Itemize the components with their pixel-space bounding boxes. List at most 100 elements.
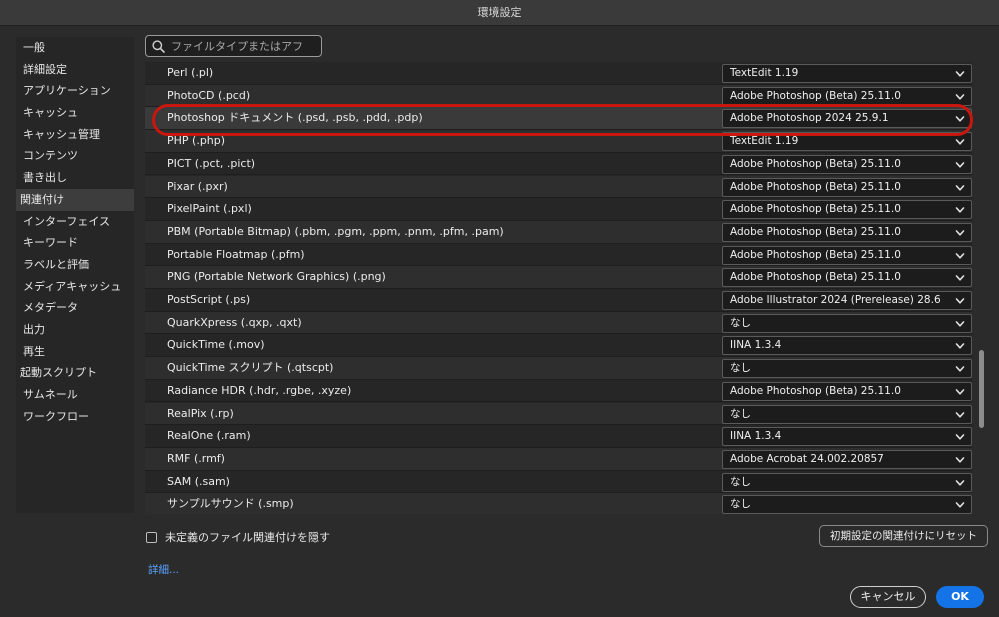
application-dropdown[interactable]: IINA 1.3.4 [722, 427, 972, 447]
application-dropdown[interactable]: なし [722, 495, 972, 514]
application-dropdown[interactable]: IINA 1.3.4 [722, 336, 972, 356]
association-row[interactable]: Photoshop ドキュメント (.psd, .psb, .pdd, .pdp… [145, 107, 972, 131]
association-row[interactable]: PHP (.php) TextEdit 1.19 [145, 130, 972, 153]
application-dropdown[interactable]: Adobe Photoshop (Beta) 25.11.0 [722, 200, 972, 220]
chevron-down-icon [955, 252, 965, 259]
application-dropdown-value: Adobe Photoshop 2024 25.9.1 [730, 112, 889, 125]
file-type-label: Pixar (.pxr) [167, 179, 228, 193]
chevron-down-icon [955, 116, 965, 122]
association-row[interactable]: サンプルサウンド (.smp) なし [145, 493, 972, 514]
application-dropdown-value: なし [730, 362, 751, 375]
application-dropdown[interactable]: Adobe Acrobat 24.002.20857 [722, 449, 972, 469]
cancel-button[interactable]: キャンセル [850, 586, 926, 608]
association-row[interactable]: RealPix (.rp) なし [145, 402, 972, 426]
association-row[interactable]: RealOne (.ram) IINA 1.3.4 [145, 425, 972, 448]
hide-undefined-option[interactable]: 未定義のファイル関連付けを隠す [146, 529, 330, 545]
hide-undefined-label[interactable]: 未定義のファイル関連付けを隠す [165, 529, 330, 545]
preferences-sidebar: 一般 詳細設定 アプリケーション キャッシュ キャッシュ管理 コンテンツ 書き出し 関連付けイ… [16, 37, 134, 513]
application-dropdown-value: TextEdit 1.19 [730, 67, 799, 79]
file-type-label: PostScript (.ps) [167, 293, 251, 306]
sidebar-item[interactable]: メディアキャッシュ [16, 276, 134, 298]
association-row[interactable]: Portable Floatmap (.pfm) Adobe Photoshop … [145, 244, 972, 267]
association-row[interactable]: PhotoCD (.pcd) Adobe Photoshop (Beta) 25.… [145, 84, 972, 108]
sidebar-item[interactable]: 関連付け [16, 188, 134, 211]
application-dropdown-value: Adobe Photoshop (Beta) 25.11.0 [730, 225, 901, 238]
scrollbar-thumb[interactable] [979, 350, 984, 428]
application-dropdown[interactable]: なし [722, 472, 972, 492]
sidebar-item[interactable]: キャッシュ管理 [16, 124, 134, 146]
search-field[interactable] [145, 35, 322, 57]
file-type-label: Radiance HDR (.hdr, .rgbe, .xyze) [167, 383, 352, 397]
sidebar-item[interactable]: キャッシュ [16, 102, 134, 124]
sidebar-item[interactable]: 出力 [16, 319, 134, 341]
association-row[interactable]: Radiance HDR (.hdr, .rgbe, .xyze) Adobe P… [145, 380, 972, 403]
table-scrollbar[interactable] [976, 62, 986, 514]
association-row[interactable]: PBM (Portable Bitmap) (.pbm, .pgm, .ppm,… [145, 220, 972, 244]
association-row[interactable]: Perl (.pl) TextEdit 1.19 [145, 62, 972, 85]
details-link[interactable]: 詳細... [148, 562, 179, 577]
association-row[interactable]: PixelPaint (.pxl) Adobe Photoshop (Beta) … [145, 198, 972, 221]
application-dropdown[interactable]: Adobe Photoshop (Beta) 25.11.0 [722, 86, 972, 106]
association-row[interactable]: PostScript (.ps) Adobe Illustrator 2024 (… [145, 289, 972, 312]
application-dropdown[interactable]: Adobe Photoshop 2024 25.9.1 [722, 109, 972, 129]
application-dropdown-value: TextEdit 1.19 [730, 135, 799, 148]
file-type-label: RealOne (.ram) [167, 429, 251, 443]
application-dropdown[interactable]: Adobe Photoshop (Beta) 25.11.0 [722, 381, 972, 401]
file-type-label: RMF (.rmf) [167, 451, 225, 465]
application-dropdown[interactable]: TextEdit 1.19 [722, 132, 972, 152]
sidebar-item[interactable]: ワークフロー [16, 406, 134, 428]
sidebar-item[interactable]: キーワード [16, 232, 134, 254]
reset-associations-button[interactable]: 初期設定の関連付けにリセット [819, 525, 988, 547]
sidebar-item[interactable]: 詳細設定 [16, 59, 134, 81]
application-dropdown[interactable]: Adobe Photoshop (Beta) 25.11.0 [722, 154, 972, 174]
chevron-down-icon [955, 343, 965, 349]
window-title: 環境設定 [0, 0, 999, 26]
file-type-label: サンプルサウンド (.smp) [167, 497, 294, 511]
sidebar-item[interactable]: アプリケーション [16, 80, 134, 102]
file-type-label: PNG (Portable Network Graphics) (.png) [167, 270, 386, 284]
sidebar-item[interactable]: サムネール [16, 384, 134, 406]
application-dropdown[interactable]: Adobe Photoshop (Beta) 25.11.0 [722, 245, 972, 265]
application-dropdown[interactable]: Adobe Photoshop (Beta) 25.11.0 [722, 222, 972, 242]
application-dropdown[interactable]: なし [722, 404, 972, 424]
chevron-down-icon [955, 275, 965, 281]
application-dropdown-value: なし [730, 316, 751, 329]
association-row[interactable]: QuarkXpress (.qxp, .qxt) なし [145, 311, 972, 335]
association-row[interactable]: QuickTime スクリプト (.qtscpt) なし [145, 357, 972, 380]
application-dropdown[interactable]: Adobe Photoshop (Beta) 25.11.0 [722, 268, 972, 288]
file-type-label: QuarkXpress (.qxp, .qxt) [167, 315, 302, 329]
sidebar-item[interactable]: 一般 [16, 37, 134, 59]
ok-button[interactable]: OK [936, 586, 984, 608]
sidebar-item[interactable]: 書き出し [16, 167, 134, 189]
hide-undefined-checkbox[interactable] [146, 531, 157, 543]
application-dropdown-value: なし [730, 475, 751, 488]
file-type-label: QuickTime (.mov) [167, 338, 265, 352]
association-row[interactable]: SAM (.sam) なし [145, 471, 972, 494]
search-input[interactable] [171, 39, 311, 53]
sidebar-item[interactable]: コンテンツ [16, 145, 134, 167]
association-row[interactable]: PICT (.pct, .pict) Adobe Photoshop (Beta)… [145, 153, 972, 176]
application-dropdown-value: Adobe Photoshop (Beta) 25.11.0 [730, 157, 901, 170]
application-dropdown-value: Adobe Photoshop (Beta) 25.11.0 [730, 203, 901, 216]
application-dropdown-value: Adobe Photoshop (Beta) 25.11.0 [730, 89, 901, 102]
sidebar-item[interactable]: メタデータ [16, 297, 134, 319]
application-dropdown[interactable]: なし [722, 313, 972, 333]
association-row[interactable]: QuickTime (.mov) IINA 1.3.4 [145, 334, 972, 358]
sidebar-item[interactable]: インターフェイス [16, 211, 134, 233]
file-type-label: Portable Floatmap (.pfm) [167, 247, 305, 261]
sidebar-item[interactable]: 再生 [16, 341, 134, 363]
association-row[interactable]: Pixar (.pxr) Adobe Photoshop (Beta) 25.11… [145, 175, 972, 199]
association-row[interactable]: RMF (.rmf) Adobe Acrobat 24.002.20857 [145, 447, 972, 471]
file-type-label: PBM (Portable Bitmap) (.pbm, .pgm, .ppm,… [167, 224, 504, 238]
application-dropdown[interactable]: Adobe Illustrator 2024 (Prerelease) 28.6 [722, 291, 972, 310]
sidebar-item[interactable]: ラベルと評価 [16, 254, 134, 276]
application-dropdown[interactable]: Adobe Photoshop (Beta) 25.11.0 [722, 177, 972, 197]
application-dropdown[interactable]: なし [722, 359, 972, 379]
chevron-down-icon [955, 71, 965, 77]
chevron-down-icon [955, 502, 965, 508]
chevron-down-icon [955, 298, 965, 304]
association-row[interactable]: PNG (Portable Network Graphics) (.png) Ad… [145, 266, 972, 289]
application-dropdown[interactable]: TextEdit 1.19 [722, 64, 972, 83]
sidebar-item[interactable]: 起動スクリプト [16, 362, 134, 384]
search-icon [152, 39, 165, 53]
